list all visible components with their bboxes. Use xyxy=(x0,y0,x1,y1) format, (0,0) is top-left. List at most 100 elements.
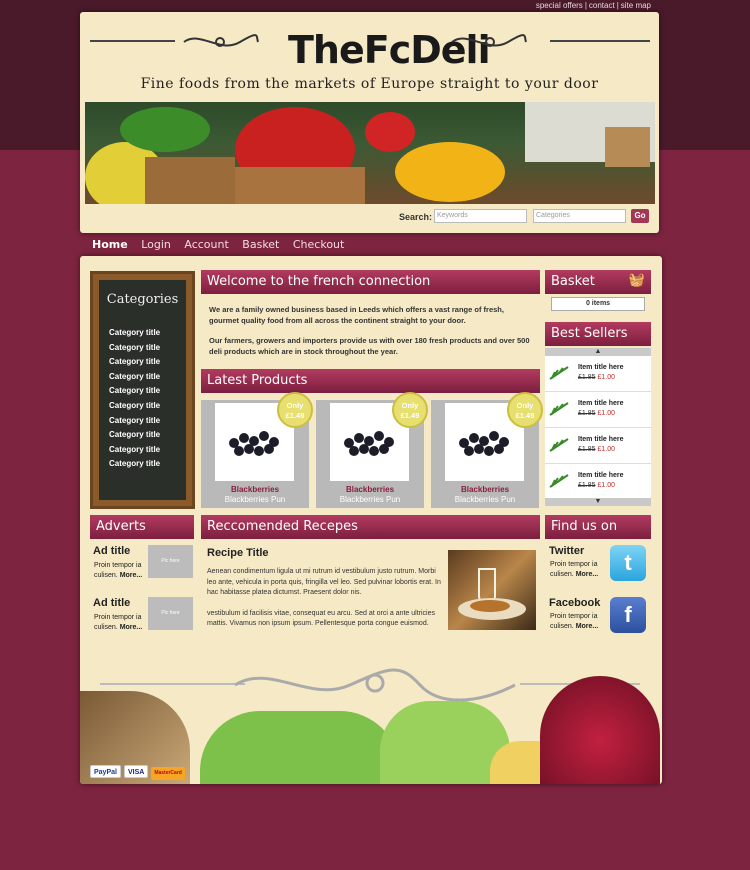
more-link[interactable]: More... xyxy=(576,623,599,630)
product-name[interactable]: Blackberries xyxy=(431,485,539,494)
contact-link[interactable]: contact xyxy=(589,1,615,10)
ad-title[interactable]: Ad title xyxy=(93,597,130,609)
social-title[interactable]: Facebook xyxy=(549,597,600,609)
welcome-title: Welcome to the french connection xyxy=(201,270,540,294)
social-title[interactable]: Twitter xyxy=(549,545,584,557)
basket-items-count[interactable]: 0 items xyxy=(551,297,645,311)
flourish-left xyxy=(90,40,175,42)
facebook-icon[interactable]: f xyxy=(610,597,646,633)
herb-icon xyxy=(549,402,569,416)
recipes-title: Reccomended Recepes xyxy=(201,515,540,539)
best-seller-title[interactable]: Item title here xyxy=(578,364,624,371)
category-item[interactable]: Category title xyxy=(109,386,160,401)
price-badge: Only £1.49 xyxy=(507,392,543,428)
basket-icon[interactable]: 🧺 xyxy=(629,273,645,288)
recipe-paragraph: Aenean condimentum ligula ut mi rutrum i… xyxy=(207,568,441,596)
ad-picture[interactable]: Pic here xyxy=(148,545,193,578)
product-description: Blackberries Pun xyxy=(224,495,286,504)
best-seller-item[interactable]: Item title here £1.85 £1.00 xyxy=(545,392,651,428)
category-item[interactable]: Category title xyxy=(109,372,160,387)
twitter-icon[interactable]: t xyxy=(610,545,646,581)
product-card[interactable]: Only £1.49 Blackberries Blackberries Pun xyxy=(201,392,313,508)
category-item[interactable]: Category title xyxy=(109,459,160,474)
category-item[interactable]: Category title xyxy=(109,445,160,460)
payment-methods: PayPal VISA MasterCard xyxy=(90,761,188,780)
more-link[interactable]: More... xyxy=(120,624,143,631)
best-seller-price: £1.85 £1.00 xyxy=(578,374,615,381)
old-price: £1.85 xyxy=(578,482,596,489)
advert-item[interactable]: Ad title Proin tempor ia culisen. More..… xyxy=(90,595,194,643)
new-price: £1.00 xyxy=(597,374,616,381)
keywords-input[interactable]: Keywords xyxy=(434,209,527,223)
category-item[interactable]: Category title xyxy=(109,401,160,416)
badge-only: Only xyxy=(286,401,304,410)
category-item[interactable]: Category title xyxy=(109,328,160,343)
special-offers-link[interactable]: special offers xyxy=(536,1,583,10)
ad-body: Proin tempor ia culisen. More... xyxy=(94,614,143,631)
categories-board: Categories Category title Category title… xyxy=(90,271,195,509)
social-body: Proin tempor ia culisen. More... xyxy=(550,613,599,630)
paypal-logo: PayPal xyxy=(90,765,121,778)
visa-logo: VISA xyxy=(123,765,149,778)
facebook-item[interactable]: Facebook Proin tempor ia culisen. More..… xyxy=(547,595,653,643)
ad-picture[interactable]: Pic here xyxy=(148,597,193,630)
advert-item[interactable]: Ad title Proin tempor ia culisen. More..… xyxy=(90,543,194,591)
badge-price: £1.49 xyxy=(400,411,420,420)
basket-title: Basket 🧺 xyxy=(545,270,651,294)
best-seller-item[interactable]: Item title here £1.85 £1.00 xyxy=(545,356,651,392)
search-bar: Search: Keywords Categories Go xyxy=(80,207,659,233)
search-go-button[interactable]: Go xyxy=(631,209,649,223)
recipe-image[interactable] xyxy=(448,550,536,630)
nav-login[interactable]: Login xyxy=(141,238,171,251)
site-map-link[interactable]: site map xyxy=(621,1,651,10)
category-item[interactable]: Category title xyxy=(109,416,160,431)
categories-select[interactable]: Categories xyxy=(533,209,626,223)
best-seller-item[interactable]: Item title here £1.85 £1.00 xyxy=(545,464,651,500)
best-sellers-list: Item title here £1.85 £1.00 Item title h… xyxy=(545,356,651,500)
new-price: £1.00 xyxy=(597,410,616,417)
twitter-item[interactable]: Twitter Proin tempor ia culisen. More...… xyxy=(547,543,653,591)
new-price: £1.00 xyxy=(597,446,616,453)
welcome-text: We are a family owned business based in … xyxy=(209,304,534,366)
scroll-up-button[interactable]: ▲ xyxy=(545,348,651,356)
nav-basket[interactable]: Basket xyxy=(242,238,279,251)
tagline: Fine foods from the markets of Europe st… xyxy=(140,76,599,92)
new-price: £1.00 xyxy=(597,482,616,489)
best-seller-title[interactable]: Item title here xyxy=(578,472,624,479)
category-item[interactable]: Category title xyxy=(109,343,160,358)
ad-title[interactable]: Ad title xyxy=(93,545,130,557)
price-badge: Only £1.49 xyxy=(392,392,428,428)
chalkboard: Categories Category title Category title… xyxy=(99,280,186,500)
nav-account[interactable]: Account xyxy=(184,238,228,251)
product-description: Blackberries Pun xyxy=(454,495,516,504)
nav-home[interactable]: Home xyxy=(92,238,128,251)
welcome-paragraph: Our farmers, growers and importers provi… xyxy=(209,336,530,356)
product-name[interactable]: Blackberries xyxy=(201,485,309,494)
product-description: Blackberries Pun xyxy=(339,495,401,504)
search-label: Search: xyxy=(399,212,433,222)
more-link[interactable]: More... xyxy=(576,571,599,578)
recipe-title[interactable]: Recipe Title xyxy=(207,547,269,559)
chevron-up-icon: ▲ xyxy=(594,348,602,355)
best-seller-title[interactable]: Item title here xyxy=(578,400,624,407)
nav-checkout[interactable]: Checkout xyxy=(293,238,344,251)
badge-price: £1.49 xyxy=(285,411,305,420)
old-price: £1.85 xyxy=(578,446,596,453)
product-card[interactable]: Only £1.49 Blackberries Blackberries Pun xyxy=(431,392,543,508)
category-item[interactable]: Category title xyxy=(109,357,160,372)
old-price: £1.85 xyxy=(578,374,596,381)
product-name[interactable]: Blackberries xyxy=(316,485,424,494)
find-us-title: Find us on xyxy=(545,515,651,539)
recipe-paragraph: vestibulum id facilisis vitae, consequat… xyxy=(207,609,436,628)
product-card[interactable]: Only £1.49 Blackberries Blackberries Pun xyxy=(316,392,428,508)
basket-title-text: Basket xyxy=(551,274,595,289)
best-seller-item[interactable]: Item title here £1.85 £1.00 xyxy=(545,428,651,464)
main-panel: Categories Category title Category title… xyxy=(80,256,662,784)
scroll-ornament-footer-icon xyxy=(234,668,516,702)
category-item[interactable]: Category title xyxy=(109,430,160,445)
scroll-down-button[interactable]: ▼ xyxy=(545,498,651,506)
more-link[interactable]: More... xyxy=(120,572,143,579)
best-seller-title[interactable]: Item title here xyxy=(578,436,624,443)
scroll-ornament-right-icon xyxy=(451,34,527,47)
categories-title: Categories xyxy=(106,292,179,307)
